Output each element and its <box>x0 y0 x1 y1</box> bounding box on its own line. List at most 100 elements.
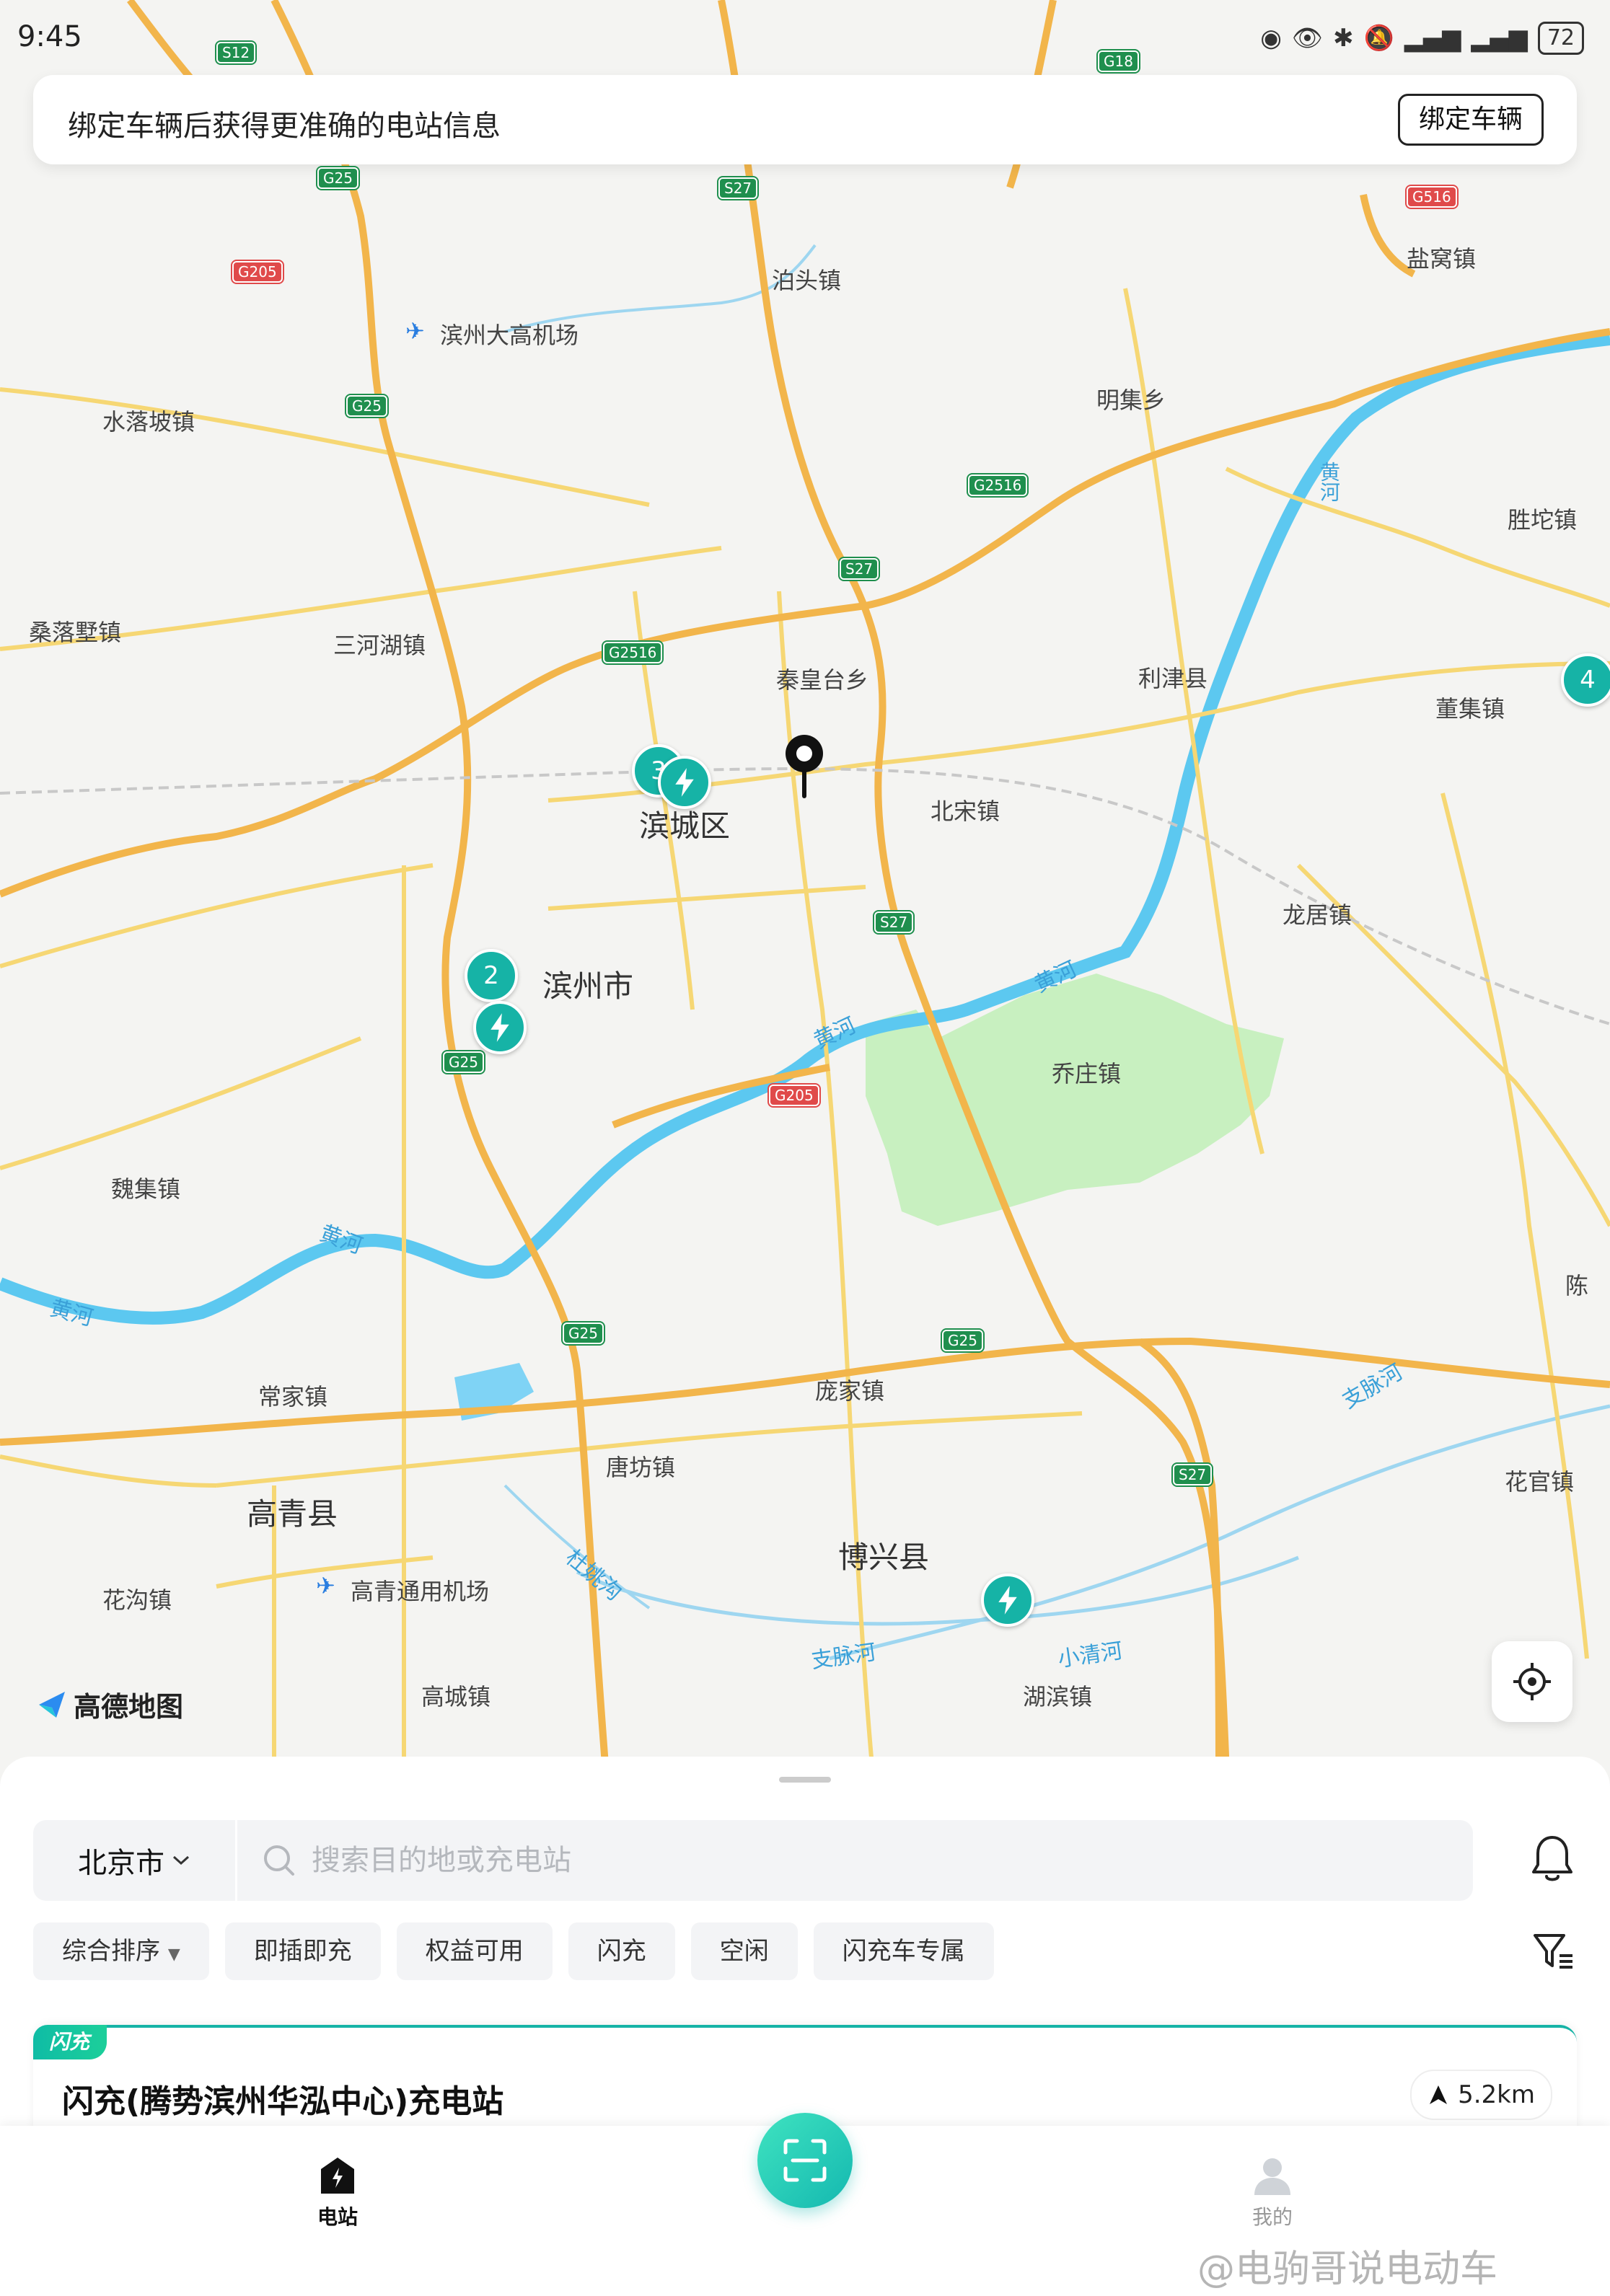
map-label-airport-gaoqing: 高青通用机场 <box>351 1578 490 1605</box>
bind-vehicle-message: 绑定车辆后获得更准确的电站信息 <box>68 110 501 143</box>
road-badge-g516: G516 <box>1407 186 1457 208</box>
distance-badge[interactable]: 5.2km <box>1410 2070 1552 2120</box>
filter-chips: 综合排序 ▼ 即插即充 权益可用 闪充 空闲 闪充车专属 <box>33 1922 994 1980</box>
road-badge-s27-b: S27 <box>840 558 879 580</box>
road-badge-s27-d: S27 <box>1173 1464 1213 1485</box>
search-icon <box>264 1845 294 1876</box>
map-label-huagou: 花沟镇 <box>102 1586 172 1614</box>
tab-mine[interactable]: 我的 <box>1200 2155 1345 2230</box>
nfc-icon: ◉ <box>1260 24 1282 53</box>
chevron-down-icon <box>172 1855 190 1866</box>
map-label-mingji: 明集乡 <box>1096 387 1166 414</box>
station-home-icon <box>321 2158 354 2194</box>
charging-station-marker[interactable] <box>658 756 711 809</box>
location-pin-icon <box>786 735 823 798</box>
signal-icon-2: ▂▄▆ <box>1471 24 1528 53</box>
gaode-logo-icon <box>39 1691 65 1718</box>
bluetooth-icon: ✱ <box>1333 24 1354 53</box>
bell-icon[interactable] <box>1529 1833 1575 1885</box>
map-provider-name: 高德地图 <box>74 1691 184 1723</box>
map-label-gaoqing: 高青县 <box>247 1496 338 1532</box>
chip-benefits[interactable]: 权益可用 <box>396 1922 553 1980</box>
distance-value: 5.2km <box>1458 2080 1535 2109</box>
road-badge-g25-e: G25 <box>942 1330 983 1351</box>
chip-sort[interactable]: 综合排序 ▼ <box>33 1922 209 1980</box>
lightning-icon <box>675 768 694 797</box>
search-bar: 北京市 <box>33 1820 1473 1901</box>
station-cluster-marker-2[interactable]: 2 <box>465 949 518 1002</box>
search-field <box>261 1820 1395 1901</box>
map-label-gaocheng: 高城镇 <box>421 1683 491 1710</box>
airport-icon-2: ✈ <box>316 1572 335 1599</box>
map-label-tangfang: 唐坊镇 <box>606 1454 676 1481</box>
locate-me-button[interactable] <box>1492 1641 1572 1722</box>
chip-fast-charge-exclusive[interactable]: 闪充车专属 <box>813 1922 994 1980</box>
status-time: 9:45 <box>17 20 82 53</box>
tab-stations[interactable]: 电站 <box>265 2155 410 2230</box>
map-label-qiaozhuang: 乔庄镇 <box>1052 1060 1122 1087</box>
scan-button[interactable] <box>757 2113 853 2208</box>
map-label-chen: 陈 <box>1565 1272 1589 1299</box>
road-badge-g25-c: G25 <box>443 1051 484 1073</box>
airport-icon: ✈ <box>405 317 425 345</box>
road-badge-g25-b: G25 <box>346 395 387 417</box>
watermark: @电驹哥说电动车 <box>1197 2248 1498 2291</box>
charging-station-marker-2[interactable] <box>473 1001 527 1054</box>
map-label-airport-binzhou: 滨州大高机场 <box>440 322 579 349</box>
search-input[interactable] <box>310 1843 1395 1878</box>
signal-icon: ▂▄▆ <box>1404 24 1461 53</box>
bind-vehicle-button[interactable]: 绑定车辆 <box>1397 94 1544 146</box>
map-label-botou: 泊头镇 <box>772 267 842 294</box>
battery-indicator: 72 <box>1537 22 1584 55</box>
chip-fast-charge[interactable]: 闪充 <box>568 1922 675 1980</box>
city-selector[interactable]: 北京市 <box>33 1820 237 1901</box>
map-label-yanwo: 盐窝镇 <box>1407 245 1477 273</box>
crosshair-icon <box>1513 1663 1551 1700</box>
tab-stations-label: 电站 <box>317 2205 358 2229</box>
eye-icon: 👁 <box>1291 24 1324 53</box>
charging-station-marker-3[interactable] <box>981 1573 1034 1627</box>
road-badge-g205-a: G205 <box>232 261 283 283</box>
road-badge-g18: G18 <box>1098 50 1139 72</box>
road-badge-g2516-a: G2516 <box>968 474 1028 496</box>
map-label-shuiluopo: 水落坡镇 <box>102 408 195 436</box>
mute-icon: 🔕 <box>1363 24 1394 53</box>
map-label-weiji: 魏集镇 <box>111 1175 181 1203</box>
map-label-dongji: 董集镇 <box>1435 695 1505 723</box>
caret-down-icon: ▼ <box>167 1946 180 1964</box>
station-cluster-marker-4[interactable]: 4 <box>1561 653 1610 707</box>
map-label-binzhou-city: 滨州市 <box>542 968 634 1004</box>
user-profile-icon <box>1254 2158 1290 2195</box>
map-label-sangluoshu: 桑落墅镇 <box>29 619 122 646</box>
map-label-pangjia: 庞家镇 <box>815 1377 885 1405</box>
scan-icon <box>783 2139 827 2182</box>
map-label-longju: 龙居镇 <box>1283 901 1352 929</box>
chip-idle[interactable]: 空闲 <box>690 1922 798 1980</box>
road-badge-g25-a: G25 <box>317 167 358 189</box>
river-label-huanghe-1: 黄河 <box>1317 462 1341 502</box>
road-badge-s12: S12 <box>216 42 256 63</box>
tab-mine-label: 我的 <box>1252 2205 1293 2229</box>
lightning-icon <box>998 1586 1017 1615</box>
map-label-sanhehu: 三河湖镇 <box>333 632 426 659</box>
road-badge-s27-a: S27 <box>718 177 758 199</box>
sheet-drag-handle[interactable] <box>779 1777 831 1783</box>
filter-icon[interactable] <box>1532 1931 1575 1972</box>
road-badge-g25-d: G25 <box>563 1323 604 1344</box>
road-badge-g205-b: G205 <box>769 1085 819 1106</box>
road-badge-s27-c: S27 <box>874 911 914 933</box>
map-label-lijin: 利津县 <box>1138 665 1208 692</box>
lightning-icon <box>491 1013 509 1042</box>
fast-charge-tag: 闪充 <box>33 2025 107 2059</box>
map-label-changjia: 常家镇 <box>258 1383 328 1410</box>
station-name: 闪充(腾势滨州华泓中心)充电站 <box>62 2083 504 2120</box>
status-icons: ◉ 👁 ✱ 🔕 ▂▄▆ ▂▄▆ 72 <box>1260 22 1584 55</box>
chip-plug-and-charge[interactable]: 即插即充 <box>224 1922 381 1980</box>
map-label-boxing: 博兴县 <box>838 1540 930 1575</box>
map-label-hubin: 湖滨镇 <box>1023 1683 1093 1710</box>
navigation-arrow-icon <box>1430 2085 1448 2104</box>
road-badge-g2516-b: G2516 <box>603 642 663 663</box>
map-label-huaguan: 花官镇 <box>1505 1468 1575 1496</box>
map-provider-logo: 高德地图 <box>36 1685 183 1724</box>
map-label-beisong: 北宋镇 <box>931 798 1000 825</box>
